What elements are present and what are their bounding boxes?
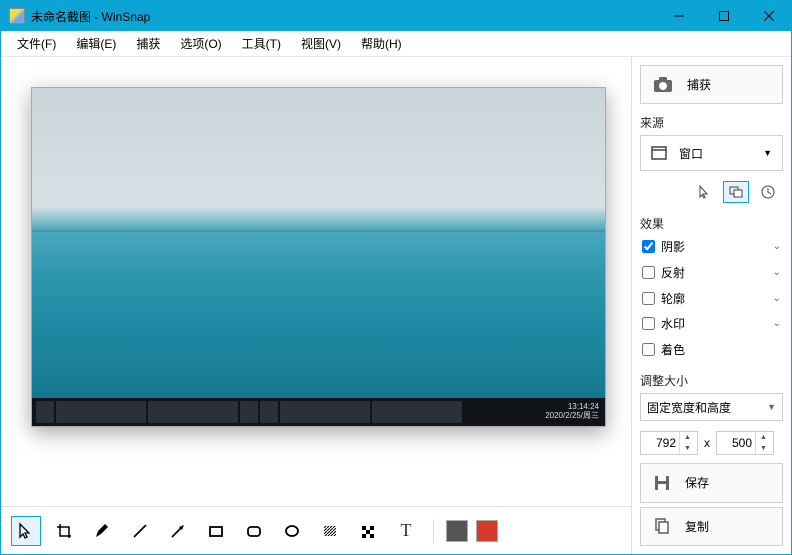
- preview-date: 2020/2/25/周三: [545, 412, 599, 421]
- effects-section-label: 效果: [640, 215, 783, 232]
- capture-button[interactable]: 捕获: [640, 65, 783, 104]
- side-panel: 捕获 来源 窗口 ▼ 效果 阴影⌄ 反射⌄ 轮廓⌄ 水印⌄ 着色 调整大小 固定…: [631, 57, 791, 554]
- dropdown-icon: ▼: [767, 402, 776, 412]
- height-up[interactable]: ▲: [756, 432, 771, 443]
- close-button[interactable]: [746, 1, 791, 31]
- width-input-box[interactable]: ▲▼: [640, 431, 698, 455]
- tool-rounded-rect[interactable]: [239, 516, 269, 546]
- resize-mode-select[interactable]: 固定宽度和高度 ▼: [640, 393, 783, 421]
- effect-reflection[interactable]: 反射⌄: [640, 262, 783, 284]
- chevron-down-icon[interactable]: ⌄: [773, 267, 781, 278]
- tool-crop[interactable]: [49, 516, 79, 546]
- mode-cursor[interactable]: [691, 181, 717, 203]
- effect-watermark[interactable]: 水印⌄: [640, 313, 783, 335]
- effect-outline-checkbox[interactable]: [642, 292, 655, 305]
- screenshot-preview[interactable]: 13:14:24 2020/2/25/周三: [31, 87, 606, 427]
- source-value: 窗口: [679, 145, 703, 162]
- width-down[interactable]: ▼: [680, 443, 695, 454]
- color-swatch-2[interactable]: [476, 520, 498, 542]
- copy-label: 复制: [685, 518, 709, 535]
- tool-line[interactable]: [125, 516, 155, 546]
- mode-object[interactable]: [723, 181, 749, 203]
- copy-button[interactable]: 复制: [640, 507, 783, 546]
- resize-section-label: 调整大小: [640, 372, 783, 389]
- minimize-button[interactable]: [656, 1, 701, 31]
- menu-view[interactable]: 视图(V): [293, 32, 349, 55]
- capture-label: 捕获: [687, 76, 711, 93]
- effect-watermark-checkbox[interactable]: [642, 317, 655, 330]
- tool-blur[interactable]: [315, 516, 345, 546]
- window-title: 未命名截图 - WinSnap: [31, 8, 656, 25]
- source-select[interactable]: 窗口 ▼: [640, 135, 783, 171]
- dropdown-icon: ▼: [763, 148, 772, 158]
- camera-icon: [653, 77, 673, 93]
- preview-taskbar: 13:14:24 2020/2/25/周三: [32, 398, 605, 426]
- effect-shadow-checkbox[interactable]: [642, 240, 655, 253]
- chevron-down-icon[interactable]: ⌄: [773, 318, 781, 329]
- color-swatch-1[interactable]: [446, 520, 468, 542]
- tool-pixelate[interactable]: [353, 516, 383, 546]
- effect-tint-checkbox[interactable]: [642, 343, 655, 356]
- save-button[interactable]: 保存: [640, 463, 783, 502]
- effect-shadow[interactable]: 阴影⌄: [640, 236, 783, 258]
- menu-file[interactable]: 文件(F): [9, 32, 64, 55]
- tool-text[interactable]: T: [391, 516, 421, 546]
- chevron-down-icon[interactable]: ⌄: [773, 293, 781, 304]
- source-section-label: 来源: [640, 114, 783, 131]
- chevron-down-icon[interactable]: ⌄: [773, 241, 781, 252]
- tool-rectangle[interactable]: [201, 516, 231, 546]
- tool-pen[interactable]: [87, 516, 117, 546]
- maximize-button[interactable]: [701, 1, 746, 31]
- title-bar: 未命名截图 - WinSnap: [1, 1, 791, 31]
- menu-capture[interactable]: 捕获: [128, 32, 168, 55]
- height-input[interactable]: [717, 436, 755, 450]
- effect-outline[interactable]: 轮廓⌄: [640, 287, 783, 309]
- dimension-x: x: [704, 436, 710, 450]
- save-label: 保存: [685, 474, 709, 491]
- save-icon: [653, 474, 671, 492]
- tool-arrow[interactable]: [163, 516, 193, 546]
- menu-bar: 文件(F) 编辑(E) 捕获 选项(O) 工具(T) 视图(V) 帮助(H): [1, 31, 791, 57]
- height-input-box[interactable]: ▲▼: [716, 431, 774, 455]
- menu-help[interactable]: 帮助(H): [353, 32, 410, 55]
- width-input[interactable]: [641, 436, 679, 450]
- tool-cursor[interactable]: [11, 516, 41, 546]
- drawing-toolbar: T: [1, 506, 631, 554]
- menu-options[interactable]: 选项(O): [172, 32, 229, 55]
- menu-edit[interactable]: 编辑(E): [68, 32, 124, 55]
- tool-ellipse[interactable]: [277, 516, 307, 546]
- menu-tools[interactable]: 工具(T): [234, 32, 289, 55]
- height-down[interactable]: ▼: [756, 443, 771, 454]
- effect-reflection-checkbox[interactable]: [642, 266, 655, 279]
- copy-icon: [653, 517, 671, 535]
- effect-tint[interactable]: 着色: [640, 339, 783, 361]
- toolbar-separator: [433, 519, 434, 543]
- width-up[interactable]: ▲: [680, 432, 695, 443]
- resize-mode-value: 固定宽度和高度: [647, 399, 731, 416]
- canvas-viewport[interactable]: 13:14:24 2020/2/25/周三: [1, 57, 631, 506]
- canvas-area: 13:14:24 2020/2/25/周三 T: [1, 57, 631, 554]
- app-icon: [9, 8, 25, 24]
- mode-delay[interactable]: [755, 181, 781, 203]
- window-icon: [651, 146, 667, 160]
